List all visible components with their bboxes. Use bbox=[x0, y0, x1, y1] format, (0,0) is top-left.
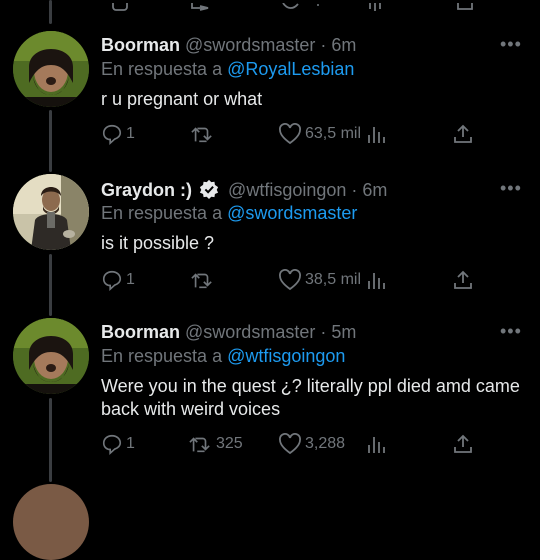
reply-icon bbox=[102, 270, 122, 291]
tweet-text: r u pregnant or what bbox=[101, 89, 263, 109]
reply-prefix: En respuesta a bbox=[101, 203, 223, 223]
verified-icon bbox=[199, 179, 219, 199]
like-button[interactable]: 38,5 mil bbox=[278, 269, 361, 291]
display-name[interactable]: Graydon :) bbox=[101, 180, 192, 200]
reply-button[interactable]: 1 bbox=[101, 269, 135, 291]
retweet-count: 325 bbox=[216, 435, 243, 452]
retweet-icon bbox=[191, 273, 212, 289]
separator-dot: · bbox=[320, 35, 327, 55]
user-handle[interactable]: @wtfisgoingon bbox=[228, 180, 346, 200]
views-button[interactable] bbox=[366, 123, 388, 145]
timestamp[interactable]: 6m bbox=[331, 35, 356, 55]
share-icon bbox=[454, 124, 472, 143]
tweet[interactable]: Boorman @swordsmaster · 6m ••• En respue… bbox=[0, 28, 540, 172]
share-icon bbox=[454, 270, 472, 289]
reply-icon bbox=[102, 124, 122, 145]
thread-line bbox=[49, 0, 52, 24]
display-name[interactable]: Boorman bbox=[101, 35, 180, 55]
share-icon bbox=[454, 434, 472, 453]
share-button[interactable] bbox=[452, 433, 474, 455]
tweet-header: Boorman @swordsmaster · 6m bbox=[101, 35, 356, 56]
next-tweet-avatar[interactable] bbox=[13, 484, 89, 560]
avatar[interactable] bbox=[13, 174, 89, 250]
retweet-button[interactable] bbox=[189, 123, 218, 145]
tweet-header: Graydon :) @wtfisgoingon · 6m bbox=[101, 179, 387, 201]
retweet-icon bbox=[189, 437, 210, 453]
action-bar: 1 325 3,288 bbox=[101, 433, 521, 463]
tweet-text: Were you in the quest ¿? literally ppl d… bbox=[101, 376, 520, 419]
action-bar: 1 63,5 mil bbox=[101, 123, 521, 153]
separator-dot: · bbox=[351, 180, 358, 200]
tweet[interactable]: Graydon :) @wtfisgoingon · 6m ••• En res… bbox=[0, 172, 540, 316]
like-count: 3,288 bbox=[305, 435, 346, 452]
like-icon bbox=[279, 433, 301, 455]
tweet-header: Boorman @swordsmaster · 5m bbox=[101, 322, 356, 343]
tweet[interactable]: Boorman @swordsmaster · 5m ••• En respue… bbox=[0, 316, 540, 482]
views-button[interactable] bbox=[366, 433, 388, 455]
reply-prefix: En respuesta a bbox=[101, 59, 223, 79]
like-icon bbox=[279, 123, 301, 145]
cut-off-icons bbox=[112, 2, 473, 11]
reply-context: En respuesta a @RoyalLesbian bbox=[101, 59, 354, 80]
timestamp[interactable]: 6m bbox=[362, 180, 387, 200]
reply-button[interactable]: 1 bbox=[101, 123, 135, 145]
like-icon bbox=[279, 269, 301, 291]
reply-count: 1 bbox=[126, 435, 135, 452]
avatar[interactable] bbox=[13, 31, 89, 107]
tweet-text: is it possible ? bbox=[101, 233, 215, 253]
like-count: 38,5 mil bbox=[305, 271, 362, 288]
timestamp[interactable]: 5m bbox=[331, 322, 356, 342]
like-button[interactable]: 3,288 bbox=[278, 433, 345, 455]
avatar[interactable] bbox=[13, 318, 89, 394]
views-icon bbox=[368, 127, 385, 143]
reply-mention-link[interactable]: @wtfisgoingon bbox=[227, 346, 345, 366]
reply-count: 1 bbox=[126, 125, 135, 142]
retweet-icon bbox=[191, 127, 212, 143]
previous-tweet-actions bbox=[0, 0, 540, 11]
share-button[interactable] bbox=[452, 123, 474, 145]
more-options-icon[interactable]: ••• bbox=[500, 178, 522, 199]
views-button[interactable] bbox=[366, 269, 388, 291]
user-handle[interactable]: @swordsmaster bbox=[185, 35, 315, 55]
action-bar: 1 38,5 mil bbox=[101, 269, 521, 299]
more-options-icon[interactable]: ••• bbox=[500, 34, 522, 55]
user-handle[interactable]: @swordsmaster bbox=[185, 322, 315, 342]
like-button[interactable]: 63,5 mil bbox=[278, 123, 361, 145]
share-button[interactable] bbox=[452, 269, 474, 291]
retweet-button[interactable] bbox=[189, 269, 218, 291]
reply-mention-link[interactable]: @swordsmaster bbox=[227, 203, 357, 223]
reply-prefix: En respuesta a bbox=[101, 346, 223, 366]
reply-context: En respuesta a @wtfisgoingon bbox=[101, 346, 345, 367]
retweet-button[interactable]: 325 bbox=[187, 433, 243, 455]
reply-context: En respuesta a @swordsmaster bbox=[101, 203, 357, 224]
reply-count: 1 bbox=[126, 271, 135, 288]
views-icon bbox=[368, 437, 385, 453]
display-name[interactable]: Boorman bbox=[101, 322, 180, 342]
like-count: 63,5 mil bbox=[305, 125, 362, 142]
more-options-icon[interactable]: ••• bbox=[500, 321, 522, 342]
reply-icon bbox=[102, 434, 122, 455]
separator-dot: · bbox=[320, 322, 327, 342]
reply-button[interactable]: 1 bbox=[101, 433, 135, 455]
views-icon bbox=[368, 273, 385, 289]
reply-mention-link[interactable]: @RoyalLesbian bbox=[227, 59, 354, 79]
